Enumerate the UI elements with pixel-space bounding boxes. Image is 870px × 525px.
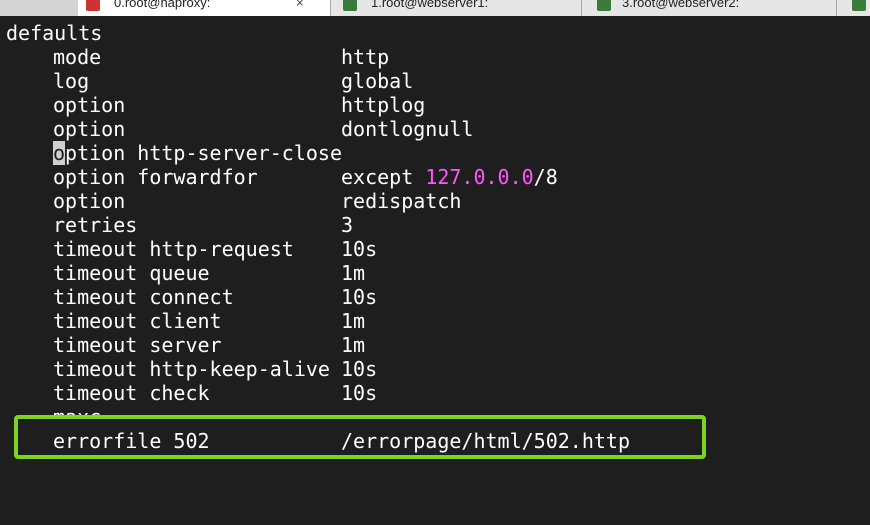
config-key: timeout queue [53,261,210,285]
close-icon[interactable]: × [296,0,304,12]
tab-label: 1.root@webserver1: [371,0,489,10]
config-value: 10s [341,381,378,405]
config-key: option forwardfor [53,165,258,189]
config-key: option [53,189,126,213]
config-value: 10s [341,357,378,381]
config-value: httplog [341,93,426,117]
config-key: retries [53,213,138,237]
config-key: mode [53,45,102,69]
tab-webserver1[interactable]: 1.root@webserver1: [331,0,582,16]
config-value: 1m [341,309,366,333]
config-line: log global [53,69,413,93]
terminal-output[interactable]: defaults mode http log global option htt… [0,16,870,489]
config-key: timeout http-request [53,237,294,261]
config-value: 3000 [341,405,390,429]
value-suffix: /8 [533,165,558,189]
terminal-icon [343,0,357,11]
terminal-icon [86,0,100,11]
config-key: timeout http-keep-alive [53,357,330,381]
tab-label: 3.root@webserver2: [622,0,740,10]
config-line: timeout http-keep-alive 10s [53,357,377,381]
config-line: option redispatch [53,189,461,213]
config-line: mode http [53,45,389,69]
config-value: http [341,45,390,69]
config-key: timeout client [53,309,222,333]
config-key: errorfile 502 [53,429,210,453]
config-line: option dontlognull [53,117,473,141]
config-line: timeout http-request 10s [53,237,377,261]
config-line: option forwardfor except 127.0.0.0/8 [53,165,558,189]
config-key-rest: ption http-server-close [65,141,342,165]
config-line: timeout check 10s [53,381,377,405]
config-line: timeout client 1m [53,309,365,333]
config-key: option [53,117,126,141]
config-key: timeout server [53,333,222,357]
config-value: /errorpage/html/502.http [341,429,630,453]
config-value: global [341,69,414,93]
tab-extra[interactable] [837,0,870,16]
config-key: timeout connect [53,285,234,309]
config-value: redispatch [341,189,462,213]
config-value: 1m [341,333,366,357]
tab-label: 0.root@haproxy: [114,0,211,10]
config-value: 3 [341,213,354,237]
config-line: timeout connect 10s [53,285,377,309]
config-line: timeout queue 1m [53,261,365,285]
config-value: 10s [341,285,378,309]
config-line: option http-server-close [53,141,342,165]
tab-bar: 0.root@haproxy: × 1.root@webserver1: 3.r… [0,0,870,16]
config-line-highlighted: errorfile 502 /errorpage/html/502.http [53,429,630,453]
config-line: retries 3 [53,213,353,237]
terminal-icon [597,0,611,11]
config-value: 10s [341,237,378,261]
terminal-icon [852,0,866,11]
value-prefix: except [341,165,426,189]
tab-webserver2[interactable]: 3.root@webserver2: [582,0,837,16]
config-line: timeout server 1m [53,333,365,357]
config-line: option httplog [53,93,425,117]
section-name: defaults [6,21,103,45]
config-key: option [53,93,126,117]
config-value: except 127.0.0.0/8 [341,165,558,189]
tab-haproxy[interactable]: 0.root@haproxy: × [78,0,331,16]
section-header: defaults [6,21,102,45]
config-value: dontlognull [341,117,474,141]
config-key: log [53,69,90,93]
text-cursor: o [53,141,66,165]
ip-address: 127.0.0.0 [425,165,534,189]
config-value: 1m [341,261,366,285]
config-key: timeout check [53,381,210,405]
config-key: option http-server-close [53,141,342,165]
